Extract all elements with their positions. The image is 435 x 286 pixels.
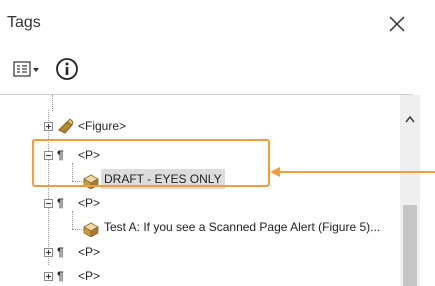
expand-toggle[interactable] xyxy=(44,272,53,281)
chevron-up-icon xyxy=(405,115,415,123)
annotation-callout-box xyxy=(32,139,270,187)
tree-row-label: <Figure> xyxy=(78,119,127,133)
tree-row-label: <P> xyxy=(78,196,101,210)
close-button[interactable] xyxy=(383,10,411,38)
tags-panel: Tags <Figure> ¶ <P> DRAFT - EYES ONLY ¶ … xyxy=(0,0,435,286)
scrollbar-thumb[interactable] xyxy=(403,205,417,286)
tree-row-content[interactable]: Test A: If you see a Scanned Page Alert … xyxy=(0,217,400,237)
collapse-toggle[interactable] xyxy=(44,199,53,208)
tree-row-label: <P> xyxy=(78,269,101,283)
close-icon xyxy=(389,16,405,32)
info-button[interactable] xyxy=(54,56,80,82)
tags-toolbar xyxy=(0,52,120,86)
tree-guide-line xyxy=(52,95,53,111)
tags-tree[interactable]: <Figure> ¶ <P> DRAFT - EYES ONLY ¶ <P> T… xyxy=(0,95,400,286)
options-list-icon xyxy=(13,61,39,77)
paragraph-icon: ¶ xyxy=(57,245,64,259)
annotation-arrow-icon xyxy=(270,167,435,177)
paragraph-icon: ¶ xyxy=(57,196,64,210)
tree-row-paragraph[interactable]: ¶ <P> xyxy=(0,193,400,213)
tree-row-label: Test A: If you see a Scanned Page Alert … xyxy=(104,220,381,234)
tree-row-label: <P> xyxy=(78,245,101,259)
panel-title: Tags xyxy=(7,14,41,31)
expand-toggle[interactable] xyxy=(44,122,53,131)
tree-row-figure[interactable]: <Figure> xyxy=(0,116,400,136)
expand-toggle[interactable] xyxy=(44,248,53,257)
figure-tag-icon xyxy=(58,118,74,134)
tree-row-paragraph[interactable]: ¶ <P> xyxy=(0,266,400,286)
scroll-up-button[interactable] xyxy=(405,110,415,123)
paragraph-icon: ¶ xyxy=(57,269,64,283)
info-icon xyxy=(56,58,78,80)
content-container-icon xyxy=(83,222,99,237)
tree-row-paragraph[interactable]: ¶ <P> xyxy=(0,242,400,262)
options-menu-button[interactable] xyxy=(13,60,47,82)
